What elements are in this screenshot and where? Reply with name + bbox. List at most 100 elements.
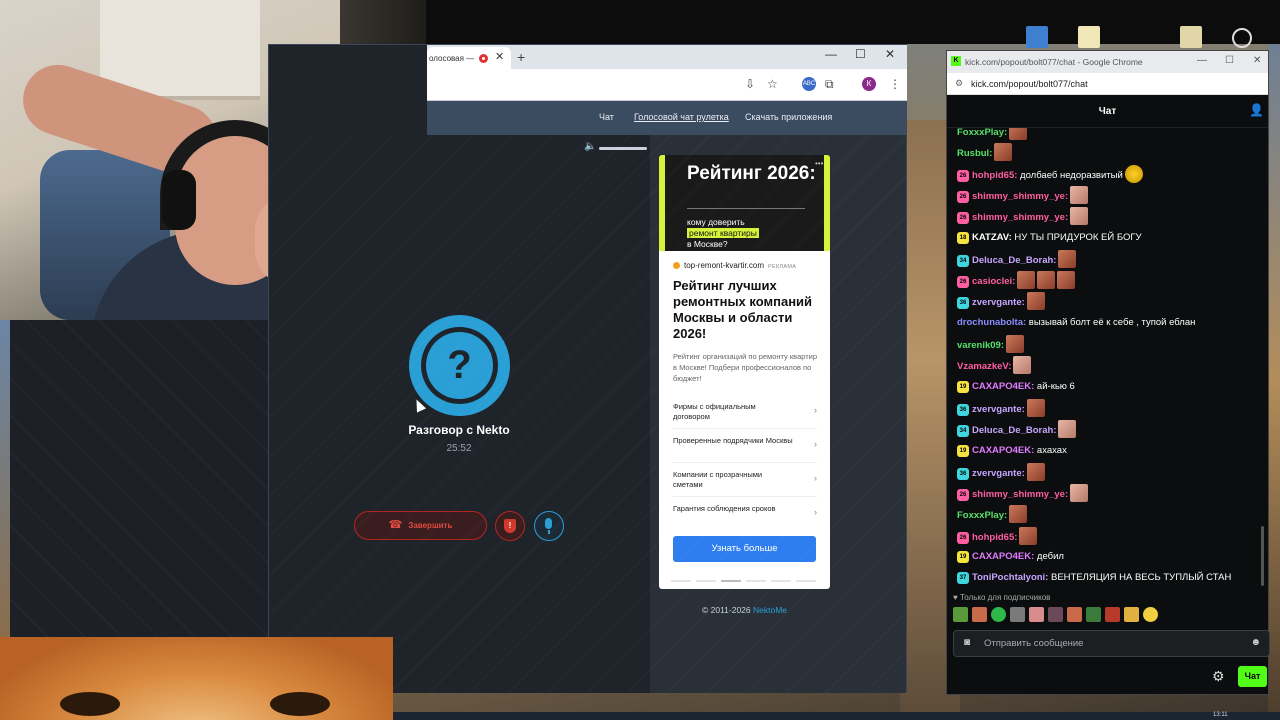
cat-eye-shape [270,692,330,716]
chat-settings-gear-icon[interactable]: ⚙ [1212,668,1225,685]
ad-description: Рейтинг организаций по ремонту квартир в… [673,352,818,383]
carousel-dot[interactable] [671,580,691,582]
chat-username[interactable]: hohpid65: [972,170,1017,181]
chat-username[interactable]: Rusbul: [957,148,992,159]
mute-mic-button[interactable] [534,511,564,541]
ad-headline[interactable]: Рейтинг лучших ремонтных компаний Москвы… [673,278,823,342]
emote-button[interactable] [1048,607,1063,622]
chat-username[interactable]: drochunabolta: [957,317,1026,328]
chat-message-input[interactable]: ◙ Отправить сообщение ☻ [953,630,1270,657]
nav-chat[interactable]: Чат [599,112,614,122]
ad-menu-icon[interactable]: ••• [815,159,823,168]
emote-button[interactable] [1010,607,1025,622]
chat-emote [1057,271,1076,290]
sub-only-text: Только для подписчиков [959,593,1051,602]
ad-domain[interactable]: top-remont-kvartir.com РЕКЛАМА [673,261,796,270]
chat-minimize-button[interactable]: — [1197,55,1207,66]
tab-close-icon[interactable]: ✕ [495,50,504,63]
volume-icon[interactable]: 🔈 [584,141,596,152]
chat-username[interactable]: casioclei: [972,276,1015,287]
obs-icon[interactable] [1232,28,1252,48]
carousel-dot-active[interactable] [721,580,741,582]
close-window-button[interactable]: ✕ [885,47,895,61]
desktop-file-icon[interactable] [1078,26,1100,48]
chat-message: 36 zvervgante: [957,462,1045,481]
extension-icon[interactable]: ABC [802,77,816,91]
chat-username[interactable]: shimmy_shimmy_ye: [972,191,1068,202]
chat-username[interactable]: Deluca_De_Borah: [972,255,1056,266]
emote-button[interactable] [1086,607,1101,622]
tab-nekto[interactable]: олосовая — ✕ [427,47,511,69]
chat-input-placeholder: Отправить сообщение [984,638,1084,649]
emote-button[interactable] [1124,607,1139,622]
headset-earcup-shape [162,170,196,230]
chat-username[interactable]: Deluca_De_Borah: [972,425,1056,436]
users-icon[interactable]: 👤 [1249,103,1264,117]
chat-username[interactable]: CAXAPO4EK: [972,445,1034,456]
ad-banner[interactable]: Рейтинг 2026: кому доверить ремонт кварт… [659,155,830,251]
nav-download-apps[interactable]: Скачать приложения [745,112,832,122]
subscriber-badge: 26 [957,169,969,182]
chat-username[interactable]: zvervgante: [972,297,1025,308]
ad-link-item[interactable]: Компании с прозрачными сметами › [673,463,817,497]
chat-message-list[interactable]: FoxxxPlay: Rusbul: 26 hohpid65: долбаеб нед… [947,128,1268,596]
chat-username[interactable]: FoxxxPlay: [957,510,1007,521]
brand-link[interactable]: NektoMe [753,605,787,615]
advertisement-card[interactable]: Рейтинг 2026: кому доверить ремонт кварт… [659,155,830,589]
site-info-icon[interactable]: ⚙ [955,78,963,89]
carousel-dot[interactable] [696,580,716,582]
ad-cta-button[interactable]: Узнать больше [673,536,816,562]
end-call-button[interactable]: ☎ Завершить [354,511,487,540]
chat-username[interactable]: VzamazkeV: [957,361,1011,372]
chat-scrollbar[interactable] [1261,526,1264,586]
emote-button[interactable] [953,607,968,622]
emote-button[interactable] [972,607,987,622]
carousel-dot[interactable] [746,580,766,582]
emote-button[interactable] [1067,607,1082,622]
carousel-dot[interactable] [771,580,791,582]
browser-menu-icon[interactable]: ⋮ [889,77,901,91]
new-tab-button[interactable]: + [517,49,525,65]
minimize-button[interactable]: — [825,47,837,61]
chat-username[interactable]: ToniPochtalyoni: [972,572,1048,583]
tab-title: олосовая — [429,54,475,63]
ad-banner-sub-b: в Москве? [687,239,728,249]
chat-send-button[interactable]: Чат [1238,666,1267,687]
chat-username[interactable]: FoxxxPlay: [957,128,1007,138]
nav-voice-roulette[interactable]: Голосовой чат рулетка [634,112,729,122]
chat-username[interactable]: zvervgante: [972,468,1025,479]
address-bar[interactable]: ⇩ ☆ ABC ⧉ К ⋮ [427,69,907,101]
emote-button[interactable] [1105,607,1120,622]
ad-link-item[interactable]: Фирмы с официальным договором › [673,395,817,429]
chat-username[interactable]: CAXAPO4EK: [972,551,1034,562]
chat-maximize-button[interactable]: ☐ [1225,55,1234,66]
bookmark-star-icon[interactable]: ☆ [767,77,778,91]
subscriber-badge: 34 [957,254,969,267]
maximize-button[interactable]: ☐ [855,47,866,61]
extensions-puzzle-icon[interactable]: ⧉ [825,77,834,92]
emote-button[interactable] [1143,607,1158,622]
emote-button[interactable] [991,607,1006,622]
desktop-app-icon[interactable] [1026,26,1048,48]
volume-slider[interactable] [599,147,647,150]
chat-username[interactable]: varenik09: [957,340,1004,351]
subscriber-badge: 19 [957,551,969,563]
chat-address-bar[interactable]: ⚙ kick.com/popout/bolt077/chat [947,73,1268,95]
chat-username[interactable]: shimmy_shimmy_ye: [972,489,1068,500]
chat-username[interactable]: hohpid65: [972,532,1017,543]
desktop-folder-icon[interactable] [1180,26,1202,48]
chat-username[interactable]: zvervgante: [972,404,1025,415]
install-app-icon[interactable]: ⇩ [745,77,755,91]
chat-username[interactable]: CAXAPO4EK: [972,381,1034,392]
chat-username[interactable]: KATZAV: [972,232,1012,243]
chat-username[interactable]: shimmy_shimmy_ye: [972,212,1068,223]
ad-link-item[interactable]: Проверенные подрядчики Москвы › [673,429,817,463]
profile-avatar[interactable]: К [862,77,876,91]
emoji-picker-icon[interactable]: ☻ [1250,637,1261,648]
report-button[interactable]: ! [495,511,525,541]
chat-close-button[interactable]: ✕ [1253,55,1261,66]
ad-link-item[interactable]: Гарантия соблюдения сроков › [673,497,817,531]
emote-button[interactable] [1029,607,1044,622]
chat-window-title: kick.com/popout/bolt077/chat - Google Ch… [965,57,1143,67]
carousel-dot[interactable] [796,580,816,582]
